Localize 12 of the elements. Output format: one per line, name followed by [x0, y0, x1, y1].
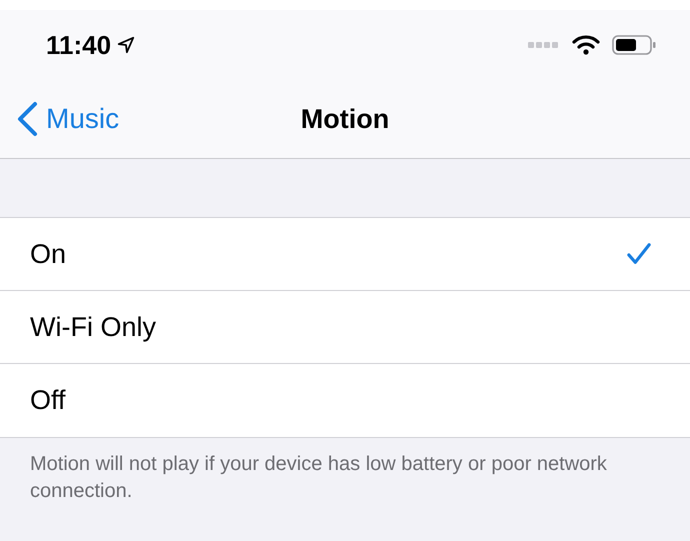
- footer-note: Motion will not play if your device has low battery or poor network connection.: [29, 452, 608, 504]
- signal-icon: [528, 41, 560, 49]
- wifi-icon: [572, 35, 600, 55]
- option-row[interactable]: Wi-Fi Only: [0, 291, 690, 364]
- chevron-left-icon: [16, 101, 38, 137]
- screen-title: Motion: [300, 102, 390, 136]
- status-time: 11:40: [46, 28, 112, 62]
- battery-icon: [612, 35, 656, 55]
- option-row[interactable]: Off: [0, 364, 690, 437]
- option-row[interactable]: On: [0, 218, 690, 291]
- back-button[interactable]: Music: [0, 98, 120, 140]
- location-arrow-icon: [117, 36, 136, 54]
